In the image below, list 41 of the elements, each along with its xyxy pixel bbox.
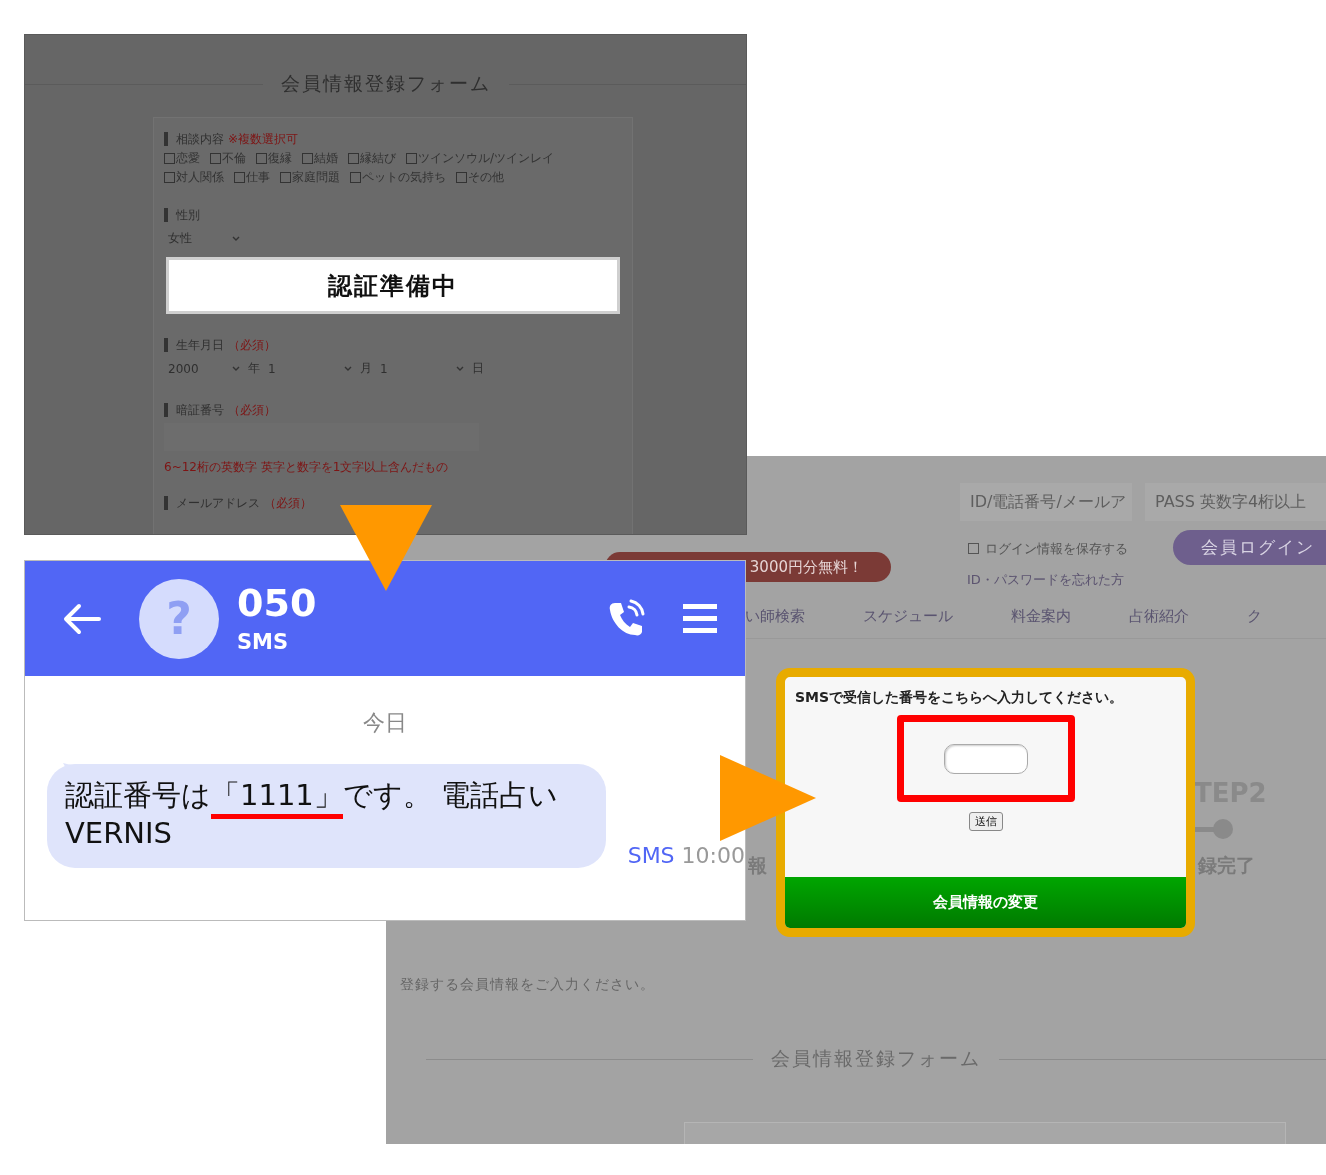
login-button[interactable]: 会員ログイン bbox=[1173, 530, 1326, 565]
form-title: 会員情報登録フォーム bbox=[771, 1046, 981, 1071]
field-note: ※複数選択可 bbox=[228, 130, 299, 148]
contact-number: 050 bbox=[237, 582, 318, 625]
gender-select[interactable]: 女性 bbox=[164, 230, 244, 247]
nav-link[interactable]: 料金案内 bbox=[1011, 607, 1071, 626]
chevron-icon bbox=[344, 365, 352, 372]
nav-link[interactable]: い師検索 bbox=[745, 607, 805, 626]
date-divider: 今日 bbox=[363, 709, 407, 737]
id-field[interactable]: ID/電話番号/メールア bbox=[960, 483, 1132, 521]
required-mark: （必須） bbox=[228, 336, 276, 354]
contact-avatar: ? bbox=[139, 578, 219, 659]
required-mark: （必須） bbox=[228, 401, 276, 419]
menu-icon[interactable] bbox=[683, 603, 717, 634]
date-select[interactable]: 1 bbox=[376, 361, 468, 376]
password-field[interactable]: PASS 英数字4桁以上 bbox=[1145, 483, 1326, 521]
field-hint: 6~12桁の英数字 英字と数字を1文字以上含んだもの bbox=[164, 459, 450, 476]
down-triangle-icon bbox=[340, 505, 432, 591]
update-button[interactable]: 会員情報の変更 bbox=[785, 877, 1186, 928]
remember-checkbox[interactable]: ログイン情報を保存する bbox=[968, 539, 1128, 558]
intro-text: 登録する会員情報をご入力ください。 bbox=[400, 976, 655, 994]
nav-link[interactable]: スケジュール bbox=[863, 607, 953, 626]
send-button[interactable]: 送信 bbox=[968, 812, 1003, 831]
dialog-prompt: SMSで受信した番号をこちらへ入力してください。 bbox=[794, 689, 1124, 707]
chevron-icon bbox=[232, 365, 240, 372]
message-time: SMS 10:00 bbox=[627, 843, 745, 868]
unit-label: 日 bbox=[472, 360, 484, 377]
code-input[interactable] bbox=[943, 743, 1028, 774]
chevron-icon bbox=[232, 235, 240, 242]
nav-link[interactable]: 占術紹介 bbox=[1129, 607, 1189, 626]
right-triangle-icon bbox=[720, 755, 816, 841]
date-select[interactable]: 2000 bbox=[164, 361, 244, 376]
status-banner: 認証準備中 bbox=[166, 257, 620, 314]
chevron-icon bbox=[456, 365, 464, 372]
nav-link[interactable]: ク bbox=[1247, 607, 1262, 626]
back-arrow-icon[interactable] bbox=[63, 602, 101, 635]
unit-label: 年 bbox=[248, 360, 260, 377]
date-select[interactable]: 1 bbox=[264, 361, 356, 376]
contact-subtitle: SMS bbox=[237, 630, 290, 655]
forgot-password-link[interactable]: ID・パスワードを忘れた方 bbox=[967, 572, 1124, 587]
required-mark: （必須） bbox=[264, 494, 312, 512]
